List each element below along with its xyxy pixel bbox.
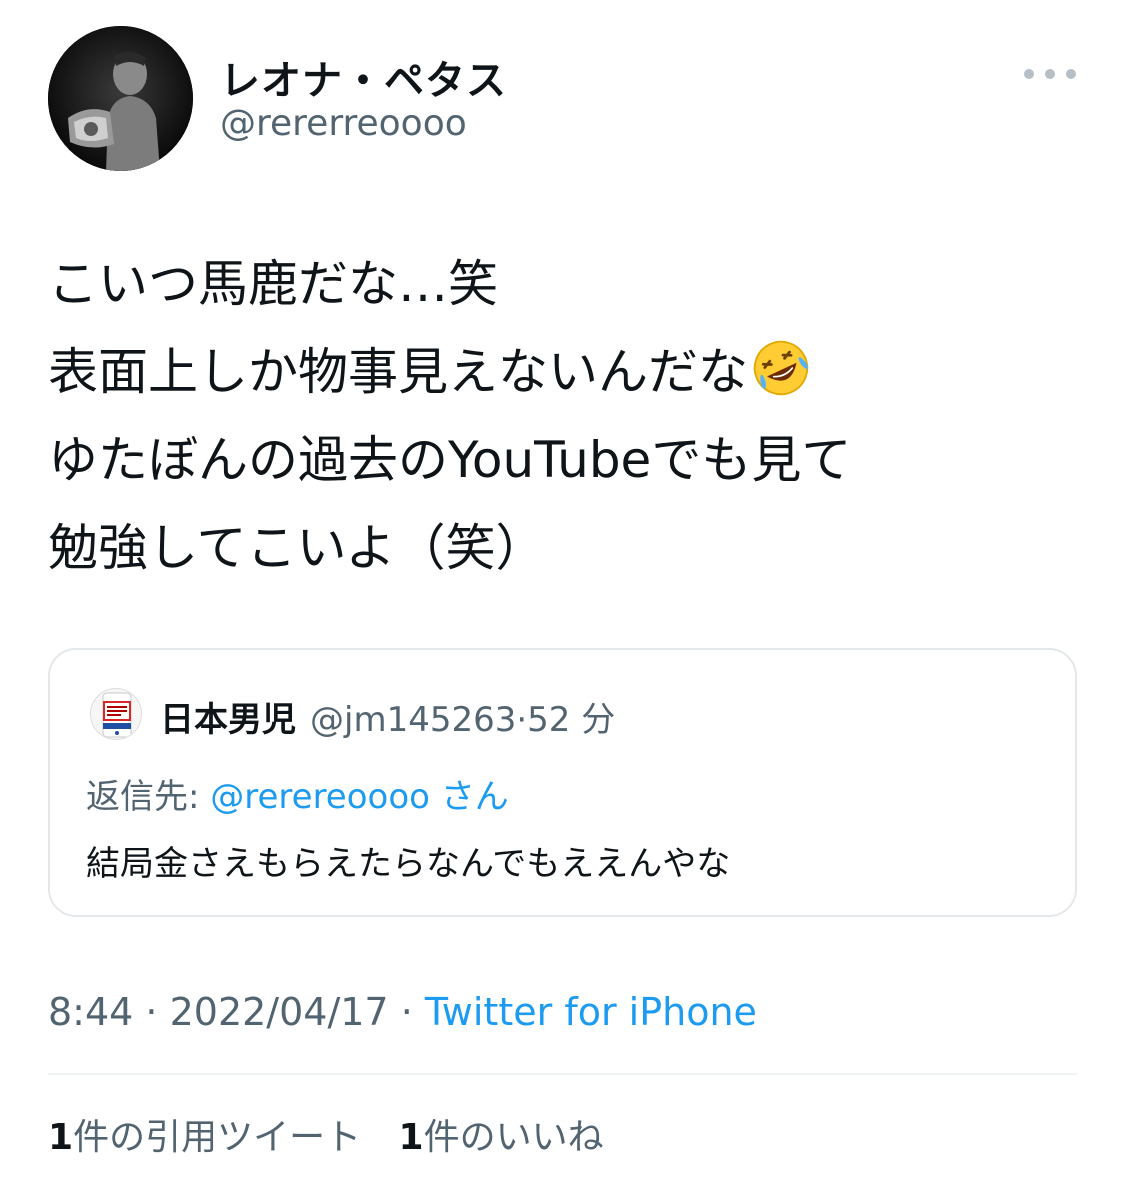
separator-dot: · (388, 990, 425, 1034)
reply-prefix: 返信先: (86, 777, 200, 817)
quote-count: 1 (48, 1117, 74, 1158)
more-dot (1024, 69, 1034, 79)
quoted-tweet-card[interactable]: 日本男児 @jm145263·52 分 返信先: @rerereoooo さん 結… (48, 648, 1077, 917)
author-handle[interactable]: @rererreoooo (220, 103, 467, 144)
quoted-author-handle[interactable]: @jm145263 (310, 700, 516, 740)
rolling-laughing-emoji-icon (753, 340, 809, 396)
tweet-meta: 8:44 · 2022/04/17 · Twitter for iPhone (48, 990, 757, 1034)
quoted-author-name[interactable]: 日本男児 (160, 700, 296, 740)
quoted-author-avatar[interactable] (90, 688, 142, 740)
tweet-line: ゆたぼんの過去のYouTubeでも見て (48, 431, 852, 489)
tweet-line: こいつ馬鹿だな…笑 (48, 255, 498, 313)
separator-dot: · (516, 700, 528, 740)
tweet-detail: レオナ・ペタス @rererreoooo こいつ馬鹿だな…笑 表面上しか物事見え… (0, 0, 1125, 1179)
like-count: 1 (398, 1117, 424, 1158)
more-dot (1045, 69, 1055, 79)
tweet-line-with-emoji: 表面上しか物事見えないんだな (48, 328, 1088, 416)
tweet-source-link[interactable]: Twitter for iPhone (425, 990, 757, 1034)
likes-stat[interactable]: 1件のいいね (399, 1117, 604, 1158)
quoted-tweet-text: 結局金さえもらえたらなんでもええんやな (86, 844, 731, 884)
separator-dot: · (133, 990, 170, 1034)
more-horizontal-icon[interactable] (1024, 60, 1076, 88)
like-label: 件のいいね (423, 1117, 604, 1158)
reply-mention-link[interactable]: @rerereoooo (210, 777, 430, 817)
tweet-date[interactable]: 2022/04/17 (170, 990, 389, 1034)
profile-photo-icon (48, 26, 193, 171)
tweet-line: 表面上しか物事見えないんだな (48, 343, 748, 401)
author-display-name[interactable]: レオナ・ペタス (220, 48, 507, 106)
divider (48, 1073, 1077, 1075)
beer-can-avatar-icon (91, 689, 141, 739)
quote-label: 件の引用ツイート (73, 1117, 362, 1158)
tweet-stats: 1件の引用ツイート 1件のいいね (48, 1108, 630, 1160)
reply-suffix: さん (440, 777, 509, 817)
quoted-timestamp: 52 分 (527, 700, 616, 740)
more-dot (1066, 69, 1076, 79)
tweet-text: こいつ馬鹿だな…笑 表面上しか物事見えないんだな ゆたぼんの過去のYouTube… (48, 240, 1088, 592)
quoted-header: 日本男児 @jm145263·52 分 (160, 692, 615, 741)
tweet-time[interactable]: 8:44 (48, 990, 133, 1034)
tweet-line: 勉強してこいよ（笑） (48, 519, 546, 577)
author-avatar[interactable] (48, 26, 193, 171)
reply-to-line: 返信先: @rerereoooo さん (86, 769, 509, 818)
quote-tweets-stat[interactable]: 1件の引用ツイート (48, 1117, 361, 1158)
